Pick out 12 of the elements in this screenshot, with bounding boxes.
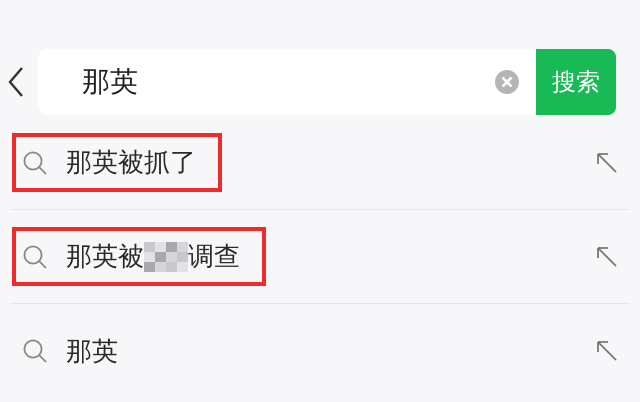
search-icon <box>22 150 48 176</box>
search-icon <box>22 338 48 364</box>
suggestion-text[interactable]: 那英 <box>66 334 118 368</box>
fill-in-arrow-icon[interactable] <box>596 340 618 362</box>
suggestion-text[interactable]: 调查 <box>188 239 240 274</box>
suggestion-text[interactable]: 那英被抓了 <box>66 145 196 180</box>
redaction-mosaic <box>144 242 188 272</box>
fill-in-arrow-icon[interactable] <box>596 152 618 174</box>
search-field[interactable]: 那英 <box>38 49 536 115</box>
search-icon <box>22 244 48 270</box>
fill-in-arrow-icon[interactable] <box>596 246 618 268</box>
suggestion-text[interactable]: 那英被 <box>66 239 144 274</box>
